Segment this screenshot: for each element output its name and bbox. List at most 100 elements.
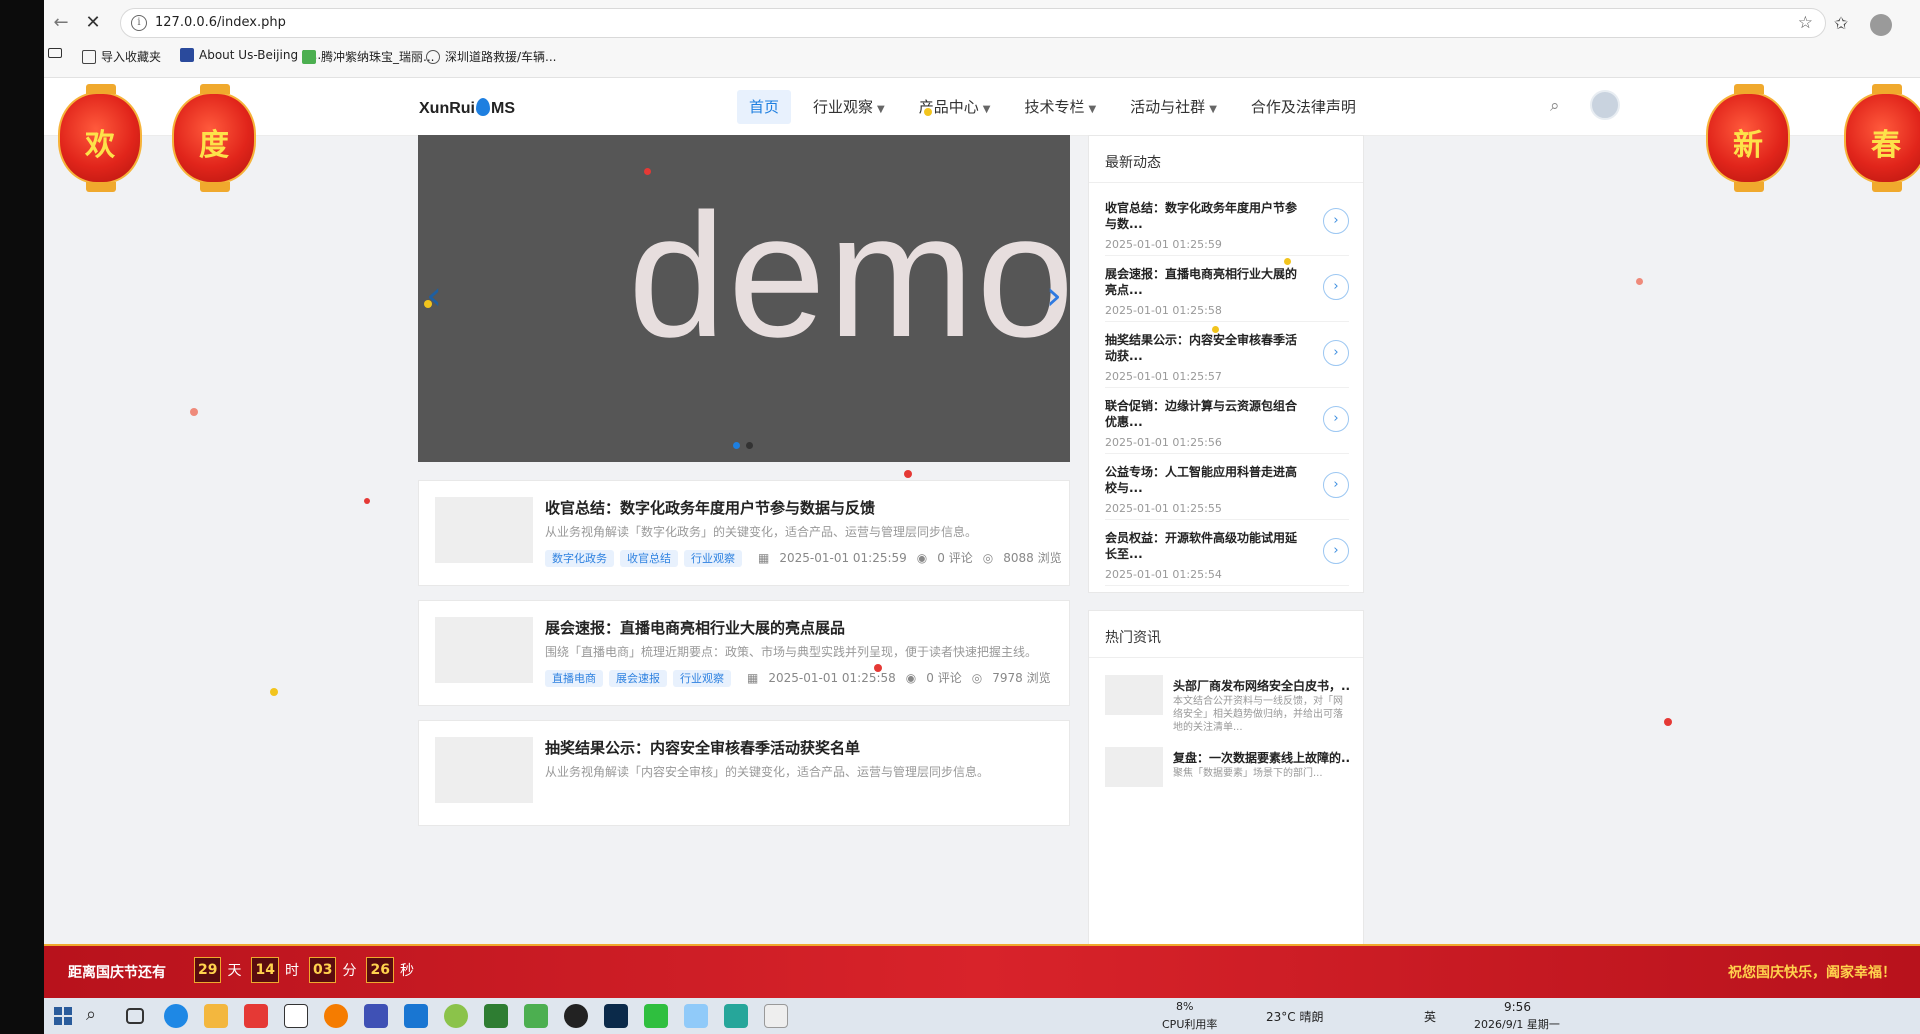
article-card[interactable]: 展会速报：直播电商亮相行业大展的亮点展品 围绕「直播电商」梳理近期要点：政策、市… <box>418 600 1070 706</box>
chevron-right-icon[interactable]: › <box>1323 208 1349 234</box>
wps-icon[interactable] <box>244 1004 268 1028</box>
edge-browser-icon[interactable] <box>164 1004 188 1028</box>
news-title[interactable]: 展会速报：直播电商亮相行业大展的亮点... <box>1105 266 1305 298</box>
confetti-piece <box>1664 718 1672 726</box>
photoshop-icon[interactable] <box>604 1004 628 1028</box>
app-icon[interactable] <box>444 1004 468 1028</box>
article-thumbnail[interactable] <box>435 617 533 683</box>
bookmark-road-rescue[interactable]: 深圳道路救援/车辆... <box>426 48 557 65</box>
back-icon[interactable]: ← <box>48 10 74 36</box>
app-icon[interactable] <box>404 1004 428 1028</box>
article-tag[interactable]: 展会速报 <box>609 669 667 687</box>
chevron-right-icon[interactable]: › <box>1323 538 1349 564</box>
article-title[interactable]: 展会速报：直播电商亮相行业大展的亮点展品 <box>545 617 845 638</box>
article-desc: 围绕「直播电商」梳理近期要点：政策、市场与典型实践并列呈现，便于读者快速把握主线… <box>545 645 1038 659</box>
news-title[interactable]: 收官总结：数字化政务年度用户节参与数... <box>1105 200 1305 232</box>
app-icon[interactable] <box>324 1004 348 1028</box>
bookmark-import[interactable]: 导入收藏夹 <box>82 48 161 65</box>
news-title[interactable]: 会员权益：开源软件高级功能试用延长至... <box>1105 530 1305 562</box>
app-icon[interactable] <box>764 1004 788 1028</box>
stop-loading-icon[interactable]: ✕ <box>80 10 106 36</box>
nav-tech[interactable]: 技术专栏 ▼ <box>1012 90 1108 124</box>
news-title[interactable]: 联合促销：边缘计算与云资源包组合优惠... <box>1105 398 1305 430</box>
ime-indicator[interactable]: 英 <box>1424 1008 1436 1025</box>
bookmark-about-us[interactable]: About Us-Beijing R... <box>180 48 321 62</box>
nav-legal[interactable]: 合作及法律声明 <box>1239 90 1368 124</box>
cpu-usage: 8% <box>1176 1000 1194 1013</box>
hot-news-thumbnail[interactable] <box>1105 747 1163 787</box>
news-item[interactable]: 展会速报：直播电商亮相行业大展的亮点... 2025-01-01 01:25:5… <box>1105 256 1349 322</box>
address-bar[interactable]: i 127.0.0.6/index.php ☆ <box>120 8 1826 38</box>
app-icon[interactable] <box>724 1004 748 1028</box>
clock-date[interactable]: 2026/9/1 星期一 <box>1474 1016 1560 1032</box>
chevron-right-icon[interactable]: › <box>1323 406 1349 432</box>
nav-industry[interactable]: 行业观察 ▼ <box>801 90 897 124</box>
news-item[interactable]: 收官总结：数字化政务年度用户节参与数... 2025-01-01 01:25:5… <box>1105 190 1349 256</box>
chevron-right-icon[interactable]: › <box>1323 274 1349 300</box>
reading-list-icon[interactable] <box>48 48 62 58</box>
news-title[interactable]: 公益专场：人工智能应用科普走进高校与... <box>1105 464 1305 496</box>
profile-avatar-icon[interactable] <box>1870 14 1892 36</box>
clock-time[interactable]: 9:56 <box>1504 1000 1531 1014</box>
news-item[interactable]: 公益专场：人工智能应用科普走进高校与... 2025-01-01 01:25:5… <box>1105 454 1349 520</box>
article-title[interactable]: 抽奖结果公示：内容安全审核春季活动获奖名单 <box>545 737 860 758</box>
app-icon[interactable] <box>524 1004 548 1028</box>
news-item[interactable]: 会员权益：开源软件高级功能试用延长至... 2025-01-01 01:25:5… <box>1105 520 1349 586</box>
hot-news-title-text[interactable]: 头部厂商发布网络安全白皮书，... <box>1173 677 1349 694</box>
site-favicon-icon <box>180 48 194 62</box>
app-icon[interactable] <box>684 1004 708 1028</box>
chevron-right-icon[interactable]: › <box>1323 472 1349 498</box>
bookmark-jewelry[interactable]: 腾冲紫纳珠宝_瑞丽... <box>302 48 434 65</box>
task-view-icon[interactable] <box>126 1008 144 1024</box>
main-nav: 首页 行业观察 ▼ 产品中心 ▼ 技术专栏 ▼ 活动与社群 ▼ 合作及法律声明 <box>737 90 1378 124</box>
search-icon[interactable]: ⌕ <box>1550 96 1560 116</box>
search-icon[interactable]: ⌕ <box>86 1004 110 1028</box>
wechat-icon[interactable] <box>644 1004 668 1028</box>
news-item[interactable]: 抽奖结果公示：内容安全审核春季活动获... 2025-01-01 01:25:5… <box>1105 322 1349 388</box>
chevron-right-icon[interactable]: › <box>1323 340 1349 366</box>
nav-home[interactable]: 首页 <box>737 90 792 124</box>
article-tag[interactable]: 行业观察 <box>673 669 731 687</box>
weather-text[interactable]: 23°C 晴朗 <box>1266 1008 1323 1025</box>
article-thumbnail[interactable] <box>435 497 533 563</box>
app-icon[interactable] <box>484 1004 508 1028</box>
article-card[interactable]: 收官总结：数字化政务年度用户节参与数据与反馈 从业务视角解读「数字化政务」的关键… <box>418 480 1070 586</box>
article-card[interactable]: 抽奖结果公示：内容安全审核春季活动获奖名单 从业务视角解读「内容安全审核」的关键… <box>418 720 1070 826</box>
favorites-icon[interactable]: ✩ <box>1834 14 1848 34</box>
countdown-days: 29 <box>194 957 222 983</box>
article-tag[interactable]: 数字化政务 <box>545 549 614 567</box>
app-icon[interactable] <box>364 1004 388 1028</box>
site-info-icon[interactable]: i <box>131 15 147 31</box>
divider <box>1089 182 1363 183</box>
file-explorer-icon[interactable] <box>204 1004 228 1028</box>
site-logo[interactable]: XunRui MS <box>419 98 515 118</box>
nav-products[interactable]: 产品中心 ▼ <box>907 90 1003 124</box>
slider-next-icon[interactable]: › <box>1046 273 1062 319</box>
news-title[interactable]: 抽奖结果公示：内容安全审核春季活动获... <box>1105 332 1305 364</box>
article-tag[interactable]: 收官总结 <box>620 549 678 567</box>
hot-news-title-text[interactable]: 复盘：一次数据要素线上故障的... <box>1173 749 1349 766</box>
qq-icon[interactable] <box>564 1004 588 1028</box>
hot-news-item[interactable]: 复盘：一次数据要素线上故障的... 聚焦「数据要素」场景下的部门... <box>1105 745 1349 809</box>
slider-dot[interactable] <box>733 442 740 449</box>
url-text[interactable]: 127.0.0.6/index.php <box>155 15 286 30</box>
slider-prev-icon[interactable]: ‹ <box>426 273 442 319</box>
hero-slider[interactable]: demo ‹ › <box>418 135 1070 462</box>
nav-events[interactable]: 活动与社群 ▼ <box>1118 90 1229 124</box>
article-tag[interactable]: 直播电商 <box>545 669 603 687</box>
windows-start-icon[interactable] <box>54 1007 72 1025</box>
article-thumbnail[interactable] <box>435 737 533 803</box>
slider-dot[interactable] <box>746 442 753 449</box>
article-title[interactable]: 收官总结：数字化政务年度用户节参与数据与反馈 <box>545 497 875 518</box>
confetti-piece <box>1212 326 1219 333</box>
panda-app-icon[interactable] <box>284 1004 308 1028</box>
favorite-star-icon[interactable]: ☆ <box>1798 13 1813 33</box>
user-avatar[interactable] <box>1590 90 1620 120</box>
hot-news-thumbnail[interactable] <box>1105 675 1163 715</box>
news-item[interactable]: 联合促销：边缘计算与云资源包组合优惠... 2025-01-01 01:25:5… <box>1105 388 1349 454</box>
confetti-piece <box>924 108 932 116</box>
logo-drop-icon <box>476 98 490 116</box>
eye-icon: ◎ <box>971 670 983 685</box>
article-tag[interactable]: 行业观察 <box>684 549 742 567</box>
hot-news-item[interactable]: 头部厂商发布网络安全白皮书，... 本文结合公开资料与一线反馈，对「网络安全」相… <box>1105 673 1349 737</box>
